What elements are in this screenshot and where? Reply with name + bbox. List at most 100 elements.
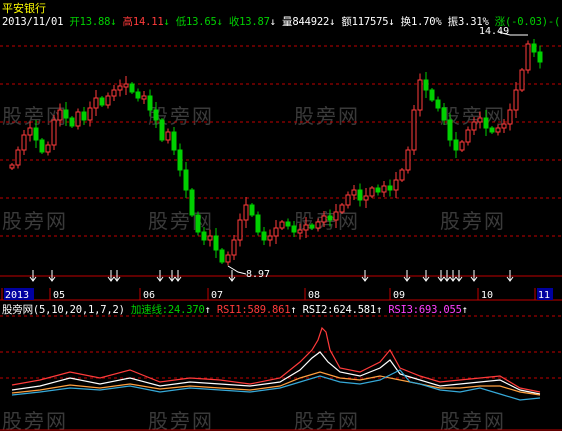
volume-value: 844922 (292, 16, 330, 28)
candle-body (399, 169, 405, 181)
rsi1-value: 589.861 (247, 304, 291, 316)
volume-arrow-icon: ↓ (329, 16, 336, 28)
candle-body (21, 134, 27, 151)
candle-body (297, 229, 303, 234)
amplitude-label: 振 (447, 16, 459, 28)
time-axis-label: 11 (538, 290, 550, 301)
indicator-line (11, 369, 541, 401)
candle-body (153, 109, 159, 121)
candle-body (39, 139, 45, 153)
candle-body (531, 43, 537, 53)
candle-body (171, 131, 177, 151)
price-grid (0, 45, 562, 431)
time-axis-label: 05 (53, 290, 65, 301)
candle-body (303, 224, 309, 231)
candle-body (249, 204, 255, 216)
candle-body (477, 117, 483, 123)
time-axis-label: 06 (143, 290, 155, 301)
candle-body (195, 214, 201, 233)
turnover-label: 换 (400, 16, 412, 28)
candle-body (417, 79, 423, 111)
rsi3-label: RSI3: (388, 304, 419, 316)
candle-body (291, 225, 297, 233)
candle-body (465, 129, 471, 143)
rsi1-label: RSI1: (216, 304, 248, 316)
candle-body (255, 214, 261, 233)
candle-body (339, 204, 345, 213)
quote-date: 2013/11/01 (2, 16, 64, 28)
high-price-marker: 14.49 (479, 26, 510, 37)
candle-body (321, 215, 327, 223)
candle-body (357, 189, 363, 201)
candle-body (513, 89, 519, 111)
indicator-params: (5,10,20,1,7,2) (32, 304, 125, 316)
candle-body (159, 119, 165, 141)
candle-body (243, 204, 249, 221)
turnover-value: 1.70% (410, 16, 442, 28)
candle-body (369, 187, 375, 197)
candle-body (447, 119, 453, 141)
low-marker-leader (227, 265, 247, 275)
low-arrow-icon: ↓ (216, 16, 223, 28)
candle-body (285, 221, 291, 227)
candle-body (459, 141, 465, 151)
candle-body (177, 149, 183, 171)
candle-body (279, 221, 285, 229)
high-value: 14.11 (132, 16, 164, 28)
time-axis-label: 10 (481, 290, 493, 301)
rsi3-value: 693.055 (418, 304, 462, 316)
candle-body (123, 83, 129, 88)
candle-body (495, 127, 501, 133)
indicator-panel (11, 326, 541, 401)
candle-body (387, 185, 393, 191)
indicator-name: 股旁网 (2, 304, 33, 316)
amount-arrow-icon: ↓ (388, 16, 395, 28)
candle-body (483, 117, 489, 129)
candle-body (273, 227, 279, 237)
candle-body (453, 139, 459, 151)
candle-body (405, 149, 411, 171)
candle-body (375, 187, 381, 193)
open-value: 13.88 (79, 16, 111, 28)
candle-body (99, 97, 105, 106)
candle-body (525, 43, 531, 71)
candle-body (333, 211, 339, 221)
candle-body (345, 194, 351, 206)
candle-body (63, 109, 69, 119)
candle-body (207, 235, 213, 241)
price-chart[interactable]: 2013 05 06 07 08 09 10 11 (0, 0, 562, 431)
candle-body (45, 144, 51, 153)
stock-chart-window: 股旁网 股旁网 股旁网 股旁网 股旁网 股旁网 股旁网 股旁网 股旁网 股旁网 … (0, 0, 562, 431)
candle-body (429, 89, 435, 101)
candle-body (435, 99, 441, 109)
candle-body (261, 231, 267, 241)
rsi2-value: 624.581 (333, 304, 377, 316)
low-label: 低 (175, 16, 187, 28)
candle-body (111, 89, 117, 97)
candle-body (351, 189, 357, 196)
candle-body (237, 219, 243, 241)
candle-body (501, 123, 507, 129)
indicator-info-bar[interactable]: 股旁网(5,10,20,1,7,2) 加速线:24.370↑ RSI1:589.… (2, 302, 468, 317)
candle-body (117, 85, 123, 91)
volume-label: 量 (282, 16, 293, 28)
candle-body (327, 215, 333, 221)
candlestick-series (9, 31, 543, 275)
candle-body (57, 109, 63, 121)
rsi2-label: RSI2: (302, 304, 334, 316)
change-value: (-0.03)-( (505, 16, 561, 28)
candle-body (441, 107, 447, 121)
candle-body (471, 121, 477, 131)
high-label: 高 (122, 16, 134, 28)
quote-info-bar: 2013/11/01 开13.88↓ 高14.11↓ 低13.65↓ 收13.8… (2, 14, 560, 29)
candle-body (147, 95, 153, 111)
candle-body (219, 249, 225, 263)
candle-body (69, 117, 75, 127)
candle-body (213, 235, 219, 251)
candle-body (9, 164, 15, 169)
candle-body (537, 51, 543, 63)
accel-label: 加速线: (130, 304, 168, 316)
candle-body (201, 231, 207, 241)
candle-body (225, 254, 231, 263)
rsi1-arrow-icon: ↑ (290, 304, 297, 316)
